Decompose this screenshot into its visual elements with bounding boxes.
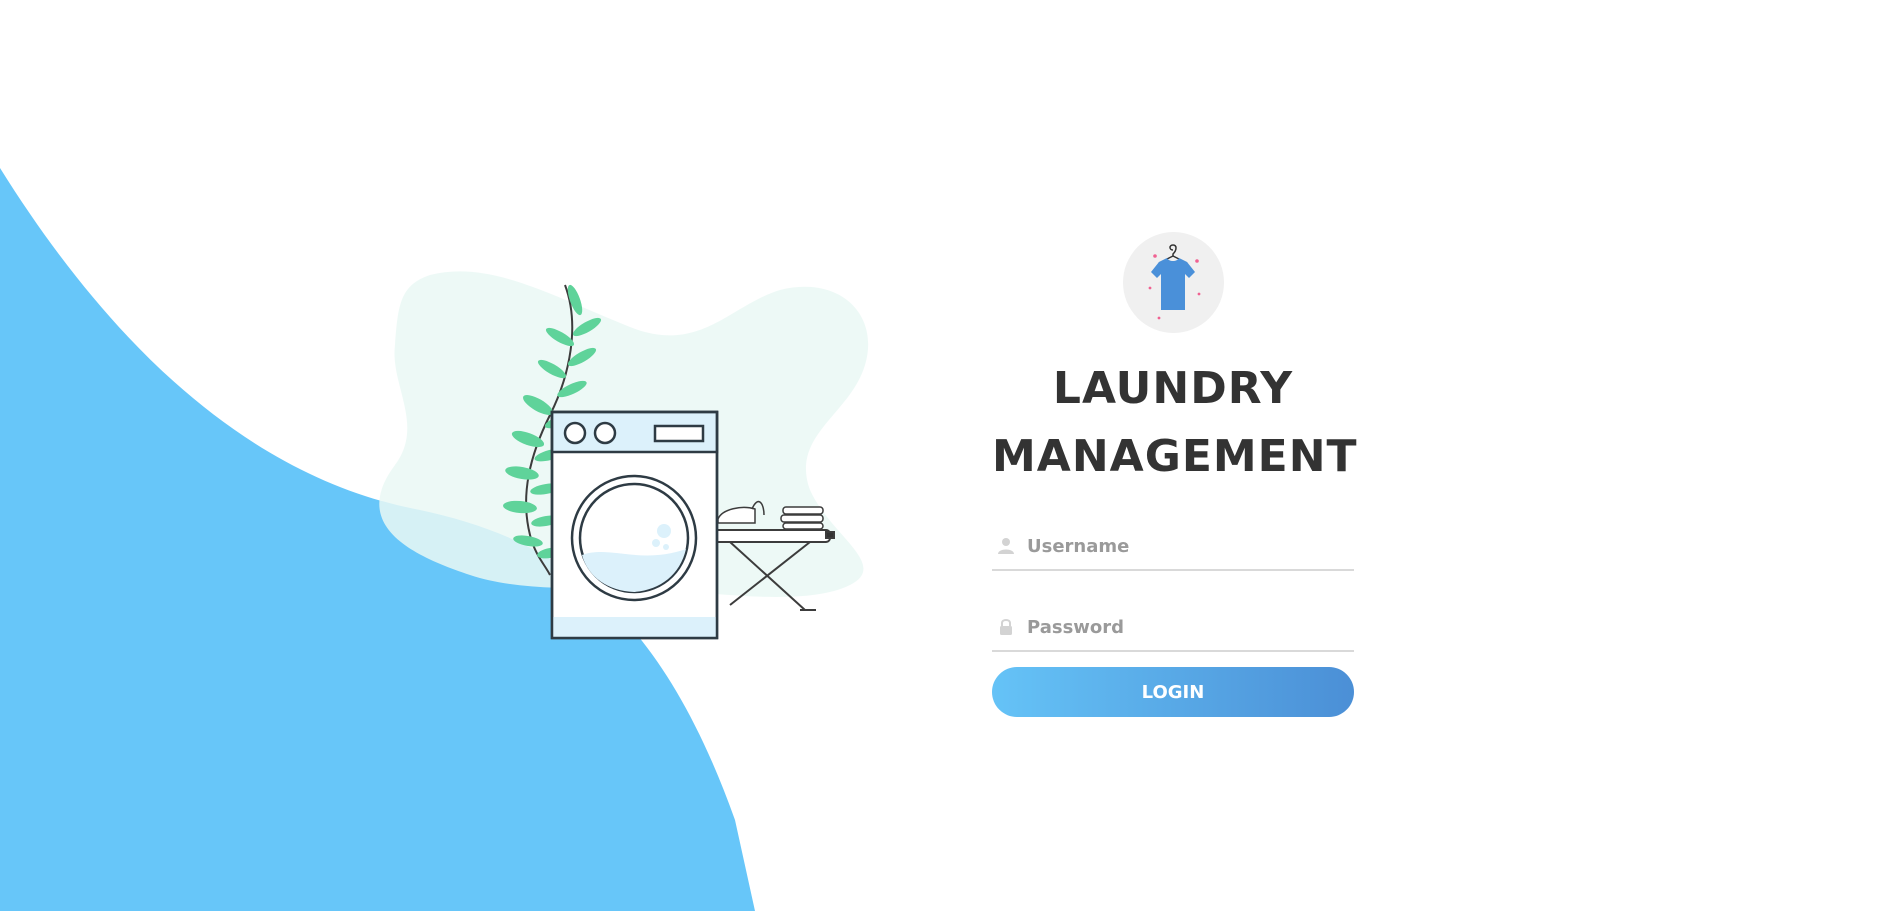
title-line-1: LAUNDRY xyxy=(1052,363,1294,414)
password-input[interactable] xyxy=(1027,616,1327,638)
tshirt-on-hanger-icon xyxy=(1148,244,1200,320)
login-button[interactable]: LOGIN xyxy=(992,667,1354,717)
laundry-illustration xyxy=(379,271,869,640)
folded-clothes xyxy=(780,506,824,530)
title-line-2: MANAGEMENT xyxy=(992,431,1358,482)
user-icon xyxy=(998,538,1014,554)
login-form-panel: LAUNDRY MANAGEMENT LOGIN xyxy=(992,232,1357,717)
login-page: LAUNDRY MANAGEMENT LOGIN xyxy=(0,0,1885,911)
password-field xyxy=(992,604,1354,652)
lock-icon xyxy=(1000,619,1012,635)
username-input[interactable] xyxy=(1027,535,1327,557)
background-wave xyxy=(0,168,755,911)
username-field xyxy=(992,523,1354,571)
washing-machine xyxy=(550,410,719,640)
app-title: LAUNDRY MANAGEMENT xyxy=(992,355,1357,491)
app-logo xyxy=(1122,232,1224,333)
